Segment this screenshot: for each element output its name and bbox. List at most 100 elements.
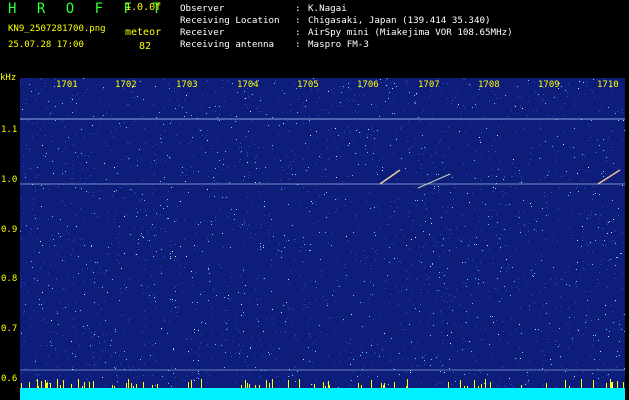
signal-spike [314, 384, 315, 388]
info-value: AirSpy mini (Miakejima VOR 108.65MHz) [308, 27, 513, 38]
signal-spike [143, 382, 144, 388]
signal-spike [328, 381, 329, 388]
signal-spike [448, 382, 449, 388]
signal-spike [21, 383, 22, 388]
signal-spike [133, 386, 134, 388]
baseline-band [20, 388, 625, 400]
signal-spike [114, 386, 115, 388]
signal-spike [407, 379, 408, 388]
x-tick-label: 1706 [357, 80, 379, 90]
tick-marks [21, 379, 624, 388]
signal-spike [474, 380, 475, 388]
signal-spike [288, 380, 289, 388]
version-label: 1.0.0f [125, 2, 162, 13]
x-tick-label: 1702 [115, 80, 137, 90]
signal-spike [581, 379, 582, 388]
signal-spike [126, 383, 127, 388]
signal-spike [323, 382, 324, 388]
signal-spike [617, 381, 618, 388]
signal-spike [358, 383, 359, 388]
file-name: KN9_2507281700.png [8, 24, 106, 34]
signal-spike [71, 384, 72, 388]
x-tick-label: 1703 [176, 80, 198, 90]
y-tick-label: 0.8 [1, 274, 18, 284]
y-tick-label: 1.1 [1, 125, 18, 135]
signal-spike [93, 381, 94, 388]
signal-spike [37, 379, 38, 388]
info-row-antenna: Receiving antenna: Maspro FM-3 [180, 39, 513, 51]
x-tick-label: 1709 [538, 80, 560, 90]
info-key: Receiver [180, 27, 225, 38]
signal-spike [50, 383, 51, 388]
x-tick-label: 1707 [418, 80, 440, 90]
signal-spike [394, 382, 395, 388]
signal-spike [299, 379, 300, 388]
info-row-observer: Observer: K.Nagai [180, 3, 513, 15]
signal-spike [60, 385, 61, 388]
signal-spike [157, 384, 158, 388]
signal-spike [361, 385, 362, 388]
x-tick-label: 1701 [56, 80, 78, 90]
signal-spike [89, 382, 90, 388]
spectrogram-panel [20, 78, 625, 400]
signal-spike [63, 380, 64, 388]
hrofft-window: H R O F F T 1.0.0f KN9_2507281700.png me… [0, 0, 629, 400]
info-separator: : [295, 15, 301, 26]
signal-spike [78, 379, 79, 388]
signal-spike [266, 380, 267, 388]
signal-spike [490, 382, 491, 388]
x-tick-label: 1710 [597, 80, 619, 90]
signal-spike [29, 382, 30, 388]
info-key: Observer [180, 3, 225, 14]
noise-layer [20, 78, 625, 388]
info-separator: : [295, 27, 301, 38]
signal-spike [485, 379, 486, 388]
signal-spike [406, 386, 407, 388]
signal-spike [128, 379, 129, 388]
info-key: Receiving Location [180, 15, 280, 26]
signal-spike [82, 386, 83, 388]
signal-spike [241, 385, 242, 388]
signal-spike [325, 386, 326, 388]
signal-spike [247, 383, 248, 388]
meteor-echo [597, 169, 621, 185]
signal-spike [329, 385, 330, 388]
x-tick-label: 1705 [297, 80, 319, 90]
info-separator: : [295, 39, 301, 50]
x-tick-label: 1704 [237, 80, 259, 90]
signal-spike [269, 383, 270, 388]
signal-spike [46, 383, 47, 388]
signal-spike [188, 386, 189, 388]
signal-spike [612, 382, 613, 388]
x-tick-label: 1708 [478, 80, 500, 90]
signal-spike [152, 385, 153, 388]
signal-spike [47, 382, 48, 388]
info-row-receiver: Receiver: AirSpy mini (Miakejima VOR 108.… [180, 27, 513, 39]
signal-spike [481, 384, 482, 388]
signal-spike [546, 383, 547, 388]
signal-spike [593, 380, 594, 388]
timestamp: 25.07.28 17:00 [8, 40, 84, 50]
signal-spike [371, 380, 372, 388]
signal-spike [460, 380, 461, 388]
signal-spike [565, 380, 566, 388]
signal-spike [201, 379, 202, 388]
signal-spike [84, 382, 85, 388]
signal-spike [112, 385, 113, 388]
signal-spike [57, 379, 58, 388]
signal-spike [606, 383, 607, 388]
signal-spike [384, 383, 385, 388]
info-row-location: Receiving Location: Chigasaki, Japan (139… [180, 15, 513, 27]
signal-spike [623, 382, 624, 388]
y-tick-label: 0.6 [1, 374, 18, 384]
y-axis-unit: kHz [0, 73, 17, 83]
signal-spike [610, 379, 611, 388]
y-tick-label: 0.7 [1, 324, 18, 334]
signal-spike [381, 383, 382, 388]
signal-spike [191, 380, 192, 388]
signal-spike [464, 386, 465, 388]
y-tick-label: 0.9 [1, 225, 18, 235]
y-tick-label: 1.0 [1, 175, 18, 185]
signal-spike [259, 385, 260, 388]
spectrogram-canvas [20, 78, 625, 400]
